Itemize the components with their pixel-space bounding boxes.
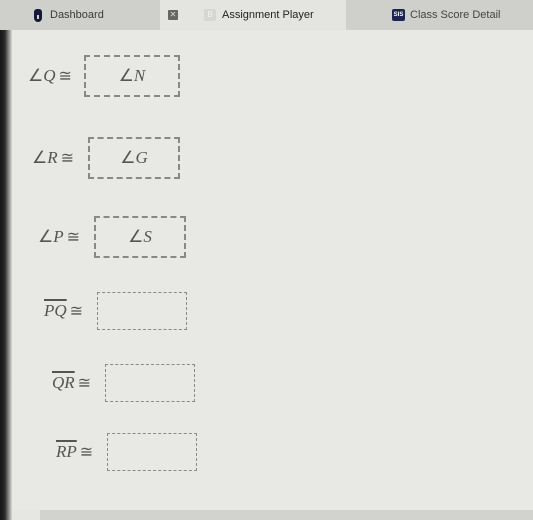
tab-dashboard[interactable]: Dashboard [0, 0, 160, 30]
tab-label: Dashboard [50, 9, 104, 21]
statement-label: QR ≅ [52, 373, 92, 392]
answer-box[interactable]: ∠N [83, 55, 180, 97]
b-favicon-icon: B [204, 9, 216, 21]
answer-box[interactable] [105, 364, 196, 402]
answer-value: ∠S [128, 227, 152, 246]
bottom-strip [40, 510, 533, 520]
screen-bezel-edge [0, 30, 12, 520]
statement-label: ∠P ≅ [38, 227, 81, 246]
answer-box[interactable]: ∠G [88, 137, 181, 179]
statement-angle-q: ∠Q ≅ ∠N [28, 55, 180, 97]
statement-label: RP ≅ [56, 442, 94, 461]
answer-box[interactable] [107, 433, 198, 471]
statement-label: ∠R ≅ [32, 148, 75, 167]
statement-angle-r: ∠R ≅ ∠G [32, 137, 181, 179]
statement-label: PQ ≅ [44, 301, 84, 320]
statement-segment-qr: QR ≅ [52, 364, 196, 402]
statement-angle-p: ∠P ≅ ∠S [38, 216, 187, 258]
tab-label: Assignment Player [222, 9, 314, 21]
browser-tab-bar: Dashboard ✕ B Assignment Player SIS Clas… [0, 0, 533, 30]
answer-box[interactable] [97, 292, 188, 330]
statement-segment-rp: RP ≅ [56, 433, 198, 471]
brand-b-icon [34, 8, 42, 22]
answer-value: ∠N [118, 66, 146, 85]
tab-assignment-player[interactable]: ✕ B Assignment Player [160, 0, 346, 30]
answer-value: ∠G [120, 148, 148, 167]
statement-label: ∠Q ≅ [28, 66, 72, 85]
tab-label: Class Score Detail [410, 9, 501, 21]
statement-segment-pq: PQ ≅ [44, 292, 188, 330]
answer-box[interactable]: ∠S [94, 216, 187, 258]
close-icon[interactable]: ✕ [168, 10, 178, 20]
sis-icon: SIS [392, 9, 405, 21]
tab-class-score-detail[interactable]: SIS Class Score Detail [346, 0, 533, 30]
